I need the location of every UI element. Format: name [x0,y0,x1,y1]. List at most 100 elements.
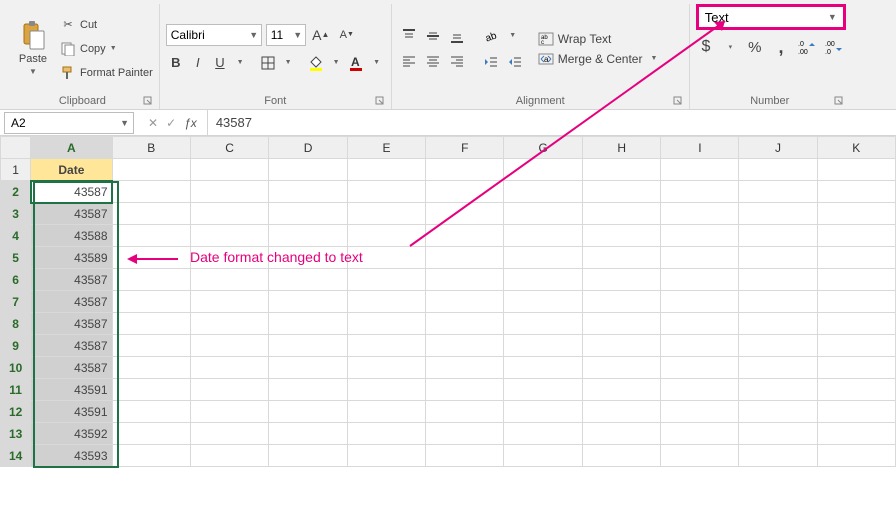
cell[interactable] [817,423,895,445]
name-box-input[interactable] [5,116,105,130]
cell[interactable]: 43589 [31,247,112,269]
cancel-formula-button[interactable]: ✕ [148,116,158,130]
cell[interactable] [817,335,895,357]
number-format-input[interactable] [701,10,821,25]
insert-function-button[interactable]: ƒx [184,116,197,130]
cell[interactable]: 43587 [31,357,112,379]
merge-center-button[interactable]: a Merge & Center ▼ [538,51,658,67]
cell[interactable] [426,247,504,269]
cell[interactable]: 43591 [31,401,112,423]
fill-color-button[interactable] [306,52,326,74]
cell[interactable] [504,291,583,313]
cell[interactable]: 43587 [31,269,112,291]
dialog-launcher-icon[interactable] [834,96,844,106]
chevron-down-icon[interactable]: ▼ [247,30,261,40]
cell[interactable] [112,313,190,335]
cell[interactable] [817,247,895,269]
orientation-button[interactable]: ab [480,25,502,47]
cell[interactable] [190,445,268,467]
name-box[interactable]: ▼ [4,112,134,134]
cell[interactable] [426,181,504,203]
cell[interactable]: 43592 [31,423,112,445]
column-header[interactable]: F [426,137,504,159]
cell[interactable] [426,225,504,247]
cell[interactable] [661,335,739,357]
wrap-text-button[interactable]: abc Wrap Text [538,31,658,47]
cell[interactable] [269,159,347,181]
cell[interactable] [661,379,739,401]
cell[interactable] [112,159,190,181]
cell[interactable] [817,181,895,203]
cell[interactable] [426,401,504,423]
cell[interactable] [347,379,425,401]
cell[interactable] [739,247,817,269]
cell[interactable] [426,291,504,313]
cell[interactable]: 43593 [31,445,112,467]
cell[interactable] [347,159,425,181]
percent-format-button[interactable]: % [745,36,765,58]
cell[interactable] [739,445,817,467]
cell[interactable] [190,203,268,225]
increase-indent-button[interactable] [504,51,526,73]
chevron-down-icon[interactable]: ▼ [280,52,296,74]
cell[interactable] [504,159,583,181]
cell[interactable] [582,313,660,335]
cell[interactable] [739,269,817,291]
cell[interactable] [504,181,583,203]
cell[interactable] [504,423,583,445]
cell[interactable] [739,357,817,379]
row-header[interactable]: 7 [1,291,31,313]
chevron-down-icon[interactable]: ▼ [232,52,248,74]
cell[interactable] [817,203,895,225]
cell[interactable] [661,269,739,291]
cell[interactable] [582,335,660,357]
worksheet[interactable]: ABCDEFGHIJK 1Date24358734358744358854358… [0,136,896,467]
cell[interactable] [269,423,347,445]
row-header[interactable]: 10 [1,357,31,379]
cell[interactable] [817,357,895,379]
select-all-corner[interactable] [1,137,31,159]
cell[interactable]: 43587 [31,181,112,203]
cell[interactable] [661,159,739,181]
cell[interactable] [661,445,739,467]
cell[interactable] [661,181,739,203]
cell[interactable] [426,269,504,291]
column-header[interactable]: C [190,137,268,159]
cell[interactable] [582,401,660,423]
cell[interactable] [817,291,895,313]
cell[interactable] [112,335,190,357]
cell[interactable] [190,357,268,379]
font-size-input[interactable] [267,28,291,42]
cell[interactable] [739,181,817,203]
cell[interactable] [269,401,347,423]
row-header[interactable]: 14 [1,445,31,467]
cell[interactable] [190,335,268,357]
cell[interactable] [112,269,190,291]
cell[interactable] [112,357,190,379]
cell[interactable] [112,401,190,423]
cell[interactable] [739,291,817,313]
chevron-down-icon[interactable]: ▼ [291,30,305,40]
cell[interactable] [582,357,660,379]
cell[interactable] [739,203,817,225]
cell[interactable] [269,357,347,379]
chevron-down-icon[interactable]: ▼ [504,25,522,47]
cell[interactable] [112,291,190,313]
cell[interactable] [817,269,895,291]
cell[interactable] [426,203,504,225]
increase-font-button[interactable]: A▲ [310,24,332,46]
cell[interactable] [269,269,347,291]
cell[interactable] [582,203,660,225]
cell[interactable] [582,159,660,181]
row-header[interactable]: 4 [1,225,31,247]
cell[interactable] [817,313,895,335]
row-header[interactable]: 5 [1,247,31,269]
cell[interactable] [426,335,504,357]
align-center-button[interactable] [422,51,444,73]
cell[interactable] [112,445,190,467]
row-header[interactable]: 1 [1,159,31,181]
cell[interactable] [817,445,895,467]
paste-button[interactable]: Paste ▼ [12,4,54,93]
row-header[interactable]: 2 [1,181,31,203]
cell[interactable] [347,401,425,423]
